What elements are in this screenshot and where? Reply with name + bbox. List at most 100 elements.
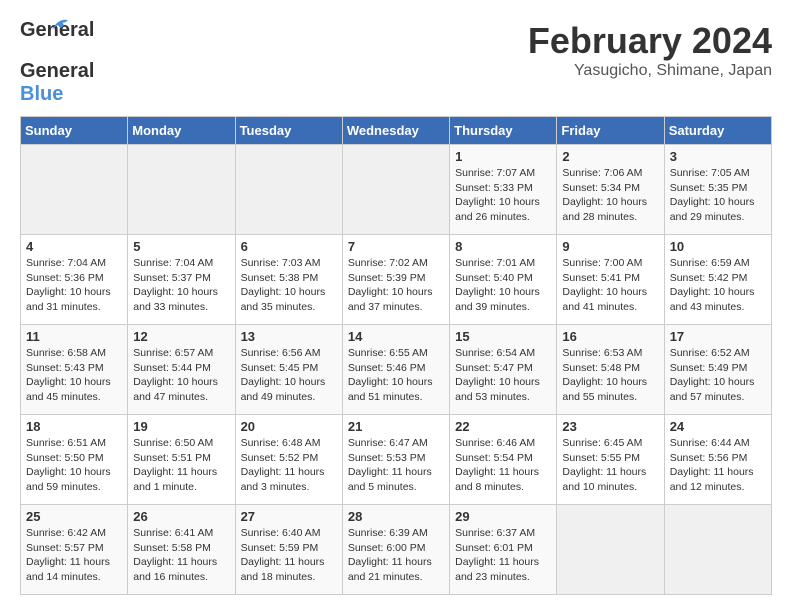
location-title: Yasugicho, Shimane, Japan	[528, 62, 772, 80]
day-number: 25	[26, 509, 122, 524]
day-cell: 9Sunrise: 7:00 AM Sunset: 5:41 PM Daylig…	[557, 235, 664, 325]
day-cell: 15 Sunrise: 6:54 AM Sunset: 5:47 PM Dayli…	[450, 325, 557, 415]
col-header-thursday: Thursday	[450, 117, 557, 145]
day-cell: 19Sunrise: 6:50 AM Sunset: 5:51 PM Dayli…	[128, 415, 235, 505]
day-number: 26	[133, 509, 229, 524]
month-title: February 2024	[528, 20, 772, 62]
day-number: 8	[455, 239, 551, 254]
col-header-tuesday: Tuesday	[235, 117, 342, 145]
day-number: 2	[562, 149, 658, 164]
week-row-4: 18 Sunrise: 6:51 AM Sunset: 5:50 PM Dayli…	[21, 415, 772, 505]
day-cell: 5Sunrise: 7:04 AM Sunset: 5:37 PM Daylig…	[128, 235, 235, 325]
logo: General General Blue	[20, 20, 94, 106]
day-number: 15	[455, 329, 551, 344]
day-cell: 27 Sunrise: 6:40 AM Sunset: 5:59 PM Dayli…	[235, 505, 342, 595]
day-number: 14	[348, 329, 444, 344]
day-cell: 8 Sunrise: 7:01 AM Sunset: 5:40 PM Daylig…	[450, 235, 557, 325]
day-info: Sunrise: 6:40 AM Sunset: 5:59 PM Dayligh…	[241, 526, 337, 585]
day-cell: 11 Sunrise: 6:58 AM Sunset: 5:43 PM Dayli…	[21, 325, 128, 415]
day-info: Sunrise: 6:45 AM Sunset: 5:55 PM Dayligh…	[562, 436, 658, 495]
day-number: 28	[348, 509, 444, 524]
day-info: Sunrise: 6:42 AM Sunset: 5:57 PM Dayligh…	[26, 526, 122, 585]
day-number: 12	[133, 329, 229, 344]
day-number: 11	[26, 329, 122, 344]
day-number: 16	[562, 329, 658, 344]
day-cell: 13 Sunrise: 6:56 AM Sunset: 5:45 PM Dayli…	[235, 325, 342, 415]
day-cell: 18 Sunrise: 6:51 AM Sunset: 5:50 PM Dayli…	[21, 415, 128, 505]
day-cell: 1Sunrise: 7:07 AM Sunset: 5:33 PM Daylig…	[450, 145, 557, 235]
day-cell: 24 Sunrise: 6:44 AM Sunset: 5:56 PM Dayli…	[664, 415, 771, 505]
day-info: Sunrise: 7:03 AM Sunset: 5:38 PM Dayligh…	[241, 256, 337, 315]
week-row-3: 11 Sunrise: 6:58 AM Sunset: 5:43 PM Dayli…	[21, 325, 772, 415]
day-cell: 10Sunrise: 6:59 AM Sunset: 5:42 PM Dayli…	[664, 235, 771, 325]
day-number: 20	[241, 419, 337, 434]
day-info: Sunrise: 7:00 AM Sunset: 5:41 PM Dayligh…	[562, 256, 658, 315]
day-info: Sunrise: 7:06 AM Sunset: 5:34 PM Dayligh…	[562, 166, 658, 225]
day-info: Sunrise: 7:01 AM Sunset: 5:40 PM Dayligh…	[455, 256, 551, 315]
calendar-table: SundayMondayTuesdayWednesdayThursdayFrid…	[20, 116, 772, 595]
day-cell: 21 Sunrise: 6:47 AM Sunset: 5:53 PM Dayli…	[342, 415, 449, 505]
day-info: Sunrise: 6:53 AM Sunset: 5:48 PM Dayligh…	[562, 346, 658, 405]
week-row-1: 1Sunrise: 7:07 AM Sunset: 5:33 PM Daylig…	[21, 145, 772, 235]
day-cell: 29 Sunrise: 6:37 AM Sunset: 6:01 PM Dayli…	[450, 505, 557, 595]
day-cell: 22 Sunrise: 6:46 AM Sunset: 5:54 PM Dayli…	[450, 415, 557, 505]
day-info: Sunrise: 6:41 AM Sunset: 5:58 PM Dayligh…	[133, 526, 229, 585]
day-info: Sunrise: 6:56 AM Sunset: 5:45 PM Dayligh…	[241, 346, 337, 405]
day-number: 29	[455, 509, 551, 524]
day-number: 7	[348, 239, 444, 254]
day-number: 22	[455, 419, 551, 434]
day-info: Sunrise: 6:44 AM Sunset: 5:56 PM Dayligh…	[670, 436, 766, 495]
day-number: 24	[670, 419, 766, 434]
day-number: 17	[670, 329, 766, 344]
day-number: 27	[241, 509, 337, 524]
day-cell: 20 Sunrise: 6:48 AM Sunset: 5:52 PM Dayli…	[235, 415, 342, 505]
logo-general: General	[20, 60, 94, 83]
day-cell	[128, 145, 235, 235]
col-header-saturday: Saturday	[664, 117, 771, 145]
day-info: Sunrise: 6:48 AM Sunset: 5:52 PM Dayligh…	[241, 436, 337, 495]
day-cell: 28Sunrise: 6:39 AM Sunset: 6:00 PM Dayli…	[342, 505, 449, 595]
day-number: 4	[26, 239, 122, 254]
day-cell: 14 Sunrise: 6:55 AM Sunset: 5:46 PM Dayli…	[342, 325, 449, 415]
day-cell	[342, 145, 449, 235]
day-info: Sunrise: 7:05 AM Sunset: 5:35 PM Dayligh…	[670, 166, 766, 225]
week-row-5: 25 Sunrise: 6:42 AM Sunset: 5:57 PM Dayli…	[21, 505, 772, 595]
header: General General Blue February 2024 Yasug…	[20, 20, 772, 106]
day-cell: 4 Sunrise: 7:04 AM Sunset: 5:36 PM Daylig…	[21, 235, 128, 325]
col-header-friday: Friday	[557, 117, 664, 145]
day-info: Sunrise: 6:51 AM Sunset: 5:50 PM Dayligh…	[26, 436, 122, 495]
col-header-wednesday: Wednesday	[342, 117, 449, 145]
day-cell: 23Sunrise: 6:45 AM Sunset: 5:55 PM Dayli…	[557, 415, 664, 505]
calendar-header-row: SundayMondayTuesdayWednesdayThursdayFrid…	[21, 117, 772, 145]
title-area: February 2024 Yasugicho, Shimane, Japan	[528, 20, 772, 80]
day-info: Sunrise: 6:47 AM Sunset: 5:53 PM Dayligh…	[348, 436, 444, 495]
bird-icon	[50, 16, 72, 34]
day-cell: 17Sunrise: 6:52 AM Sunset: 5:49 PM Dayli…	[664, 325, 771, 415]
day-cell: 25 Sunrise: 6:42 AM Sunset: 5:57 PM Dayli…	[21, 505, 128, 595]
day-number: 5	[133, 239, 229, 254]
day-info: Sunrise: 6:54 AM Sunset: 5:47 PM Dayligh…	[455, 346, 551, 405]
logo-blue: Blue	[20, 83, 63, 105]
day-info: Sunrise: 7:07 AM Sunset: 5:33 PM Dayligh…	[455, 166, 551, 225]
day-info: Sunrise: 6:37 AM Sunset: 6:01 PM Dayligh…	[455, 526, 551, 585]
day-info: Sunrise: 6:58 AM Sunset: 5:43 PM Dayligh…	[26, 346, 122, 405]
day-cell: 12Sunrise: 6:57 AM Sunset: 5:44 PM Dayli…	[128, 325, 235, 415]
day-cell	[664, 505, 771, 595]
day-cell	[21, 145, 128, 235]
day-info: Sunrise: 7:02 AM Sunset: 5:39 PM Dayligh…	[348, 256, 444, 315]
day-number: 18	[26, 419, 122, 434]
day-number: 21	[348, 419, 444, 434]
day-info: Sunrise: 6:55 AM Sunset: 5:46 PM Dayligh…	[348, 346, 444, 405]
day-number: 6	[241, 239, 337, 254]
day-cell	[235, 145, 342, 235]
day-number: 3	[670, 149, 766, 164]
day-info: Sunrise: 7:04 AM Sunset: 5:36 PM Dayligh…	[26, 256, 122, 315]
day-info: Sunrise: 6:50 AM Sunset: 5:51 PM Dayligh…	[133, 436, 229, 495]
day-number: 13	[241, 329, 337, 344]
col-header-sunday: Sunday	[21, 117, 128, 145]
day-info: Sunrise: 6:46 AM Sunset: 5:54 PM Dayligh…	[455, 436, 551, 495]
col-header-monday: Monday	[128, 117, 235, 145]
day-cell: 3 Sunrise: 7:05 AM Sunset: 5:35 PM Daylig…	[664, 145, 771, 235]
day-cell: 6 Sunrise: 7:03 AM Sunset: 5:38 PM Daylig…	[235, 235, 342, 325]
day-cell: 7 Sunrise: 7:02 AM Sunset: 5:39 PM Daylig…	[342, 235, 449, 325]
